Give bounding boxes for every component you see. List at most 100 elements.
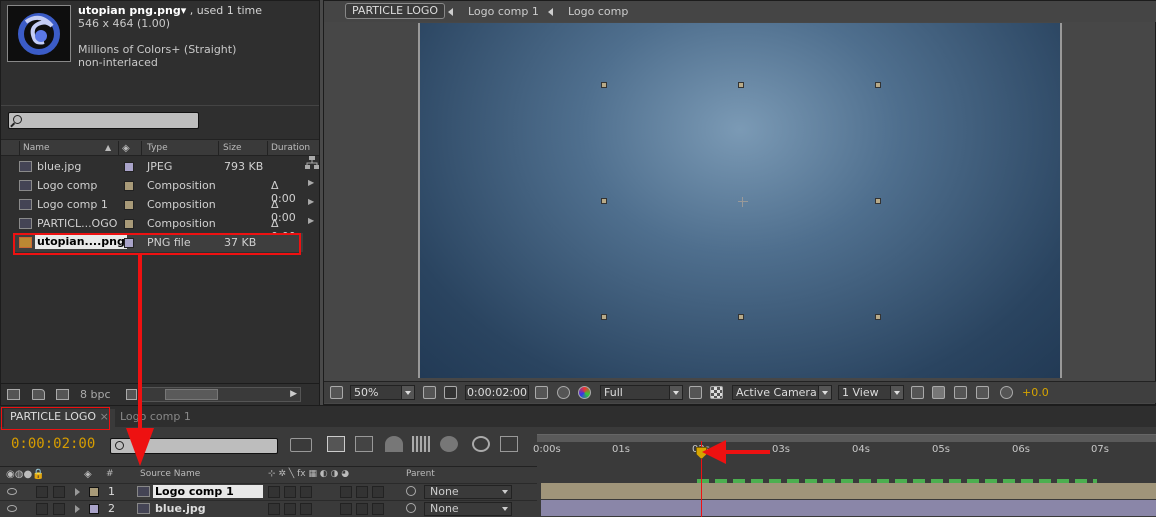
composition-mini-flowchart-icon[interactable]: [290, 438, 312, 452]
timeline-toggle-icon[interactable]: [954, 386, 967, 399]
transparency-grid-icon[interactable]: [444, 386, 457, 399]
parent-select[interactable]: None: [424, 485, 512, 499]
timeline-search-input[interactable]: [110, 438, 278, 454]
chevron-right-icon[interactable]: [75, 505, 80, 513]
visibility-column-icon[interactable]: ◉◍●🔒: [6, 469, 45, 480]
exposure-value[interactable]: +0.0: [1022, 386, 1049, 399]
timeline-layer-row[interactable]: 1 Logo comp 1 None: [0, 483, 537, 500]
draft-3d-icon[interactable]: [355, 436, 373, 452]
transform-handle[interactable]: [875, 198, 881, 204]
project-item-particle-logo[interactable]: PARTICL...OGO Composition Δ 0:00: [13, 214, 303, 243]
label-color-swatch[interactable]: [89, 504, 99, 514]
scroll-down-icon[interactable]: ▶: [308, 178, 314, 187]
project-item-blue[interactable]: blue.jpg JPEG 793 KB: [13, 157, 303, 176]
label-color-swatch[interactable]: [124, 162, 134, 172]
view-layout-select[interactable]: 1 View: [838, 385, 904, 400]
scroll-down-icon[interactable]: ▶: [308, 216, 314, 225]
motion-blur-switch[interactable]: [372, 486, 384, 498]
collapse-switch[interactable]: [284, 503, 296, 515]
pixel-aspect-icon[interactable]: [911, 386, 924, 399]
footage-filename[interactable]: utopian png.png: [78, 4, 181, 17]
anchor-point-icon[interactable]: [738, 197, 748, 207]
switches-column-icon[interactable]: ⊹ ✲ ╲ fx ▦ ◐ ◑ ◕: [268, 469, 349, 479]
label-color-swatch[interactable]: [124, 181, 134, 191]
live-update-icon[interactable]: [327, 436, 345, 452]
footage-dropdown-icon[interactable]: ▾: [181, 4, 187, 17]
tab-logo-comp-1[interactable]: Logo comp 1: [114, 409, 197, 427]
fast-previews-icon[interactable]: [932, 386, 945, 399]
column-duration[interactable]: Duration: [271, 143, 310, 153]
show-snapshot-icon[interactable]: [557, 386, 570, 399]
transform-handle[interactable]: [738, 82, 744, 88]
effect-switch[interactable]: [340, 503, 352, 515]
quality-switch[interactable]: [300, 486, 312, 498]
checkerboard-icon[interactable]: [710, 386, 723, 399]
scroll-right-icon[interactable]: ▶: [290, 389, 297, 399]
new-composition-icon[interactable]: [56, 389, 69, 400]
breadcrumb-logo-comp[interactable]: Logo comp: [568, 5, 628, 18]
transform-handle[interactable]: [738, 314, 744, 320]
shy-layers-icon[interactable]: [385, 436, 403, 452]
frame-blend-switch[interactable]: [356, 503, 368, 515]
composition-canvas[interactable]: [418, 23, 1062, 378]
color-channels-icon[interactable]: [578, 386, 591, 399]
current-time-display[interactable]: 0:00:02:00: [11, 436, 95, 452]
label-tag-icon[interactable]: ◈: [122, 143, 130, 154]
transform-handle[interactable]: [875, 82, 881, 88]
brainstorm-icon[interactable]: [472, 436, 490, 452]
scroll-down-icon[interactable]: ▶: [308, 197, 314, 206]
project-item-logo-comp[interactable]: Logo comp Composition Δ 0:00: [13, 176, 303, 205]
layer-name[interactable]: blue.jpg: [153, 502, 208, 515]
transform-handle[interactable]: [875, 314, 881, 320]
label-color-swatch[interactable]: [89, 487, 99, 497]
label-color-swatch[interactable]: [124, 219, 134, 229]
shy-switch[interactable]: [268, 503, 280, 515]
layer-name[interactable]: Logo comp 1: [153, 485, 263, 498]
chevron-right-icon[interactable]: [75, 488, 80, 496]
parent-select[interactable]: None: [424, 502, 512, 516]
flowchart-icon[interactable]: [976, 386, 989, 399]
motion-blur-switch[interactable]: [372, 503, 384, 515]
solo-toggle[interactable]: [36, 486, 48, 498]
transform-handle[interactable]: [601, 82, 607, 88]
project-search-input[interactable]: [8, 112, 199, 129]
timeline-layer-row[interactable]: 2 blue.jpg None: [0, 500, 537, 517]
horizontal-scrollbar[interactable]: ▶: [141, 387, 301, 402]
motion-blur-icon[interactable]: [440, 436, 458, 452]
resolution-select[interactable]: Full: [600, 385, 683, 400]
breadcrumb-logo-comp-1[interactable]: Logo comp 1: [468, 5, 539, 18]
sort-up-icon[interactable]: ▲: [105, 143, 111, 152]
exposure-reset-icon[interactable]: [1000, 386, 1013, 399]
current-time-field[interactable]: 0:00:02:00: [465, 385, 529, 400]
solo-toggle[interactable]: [36, 503, 48, 515]
quality-switch[interactable]: [300, 503, 312, 515]
eye-icon[interactable]: [7, 488, 17, 495]
transform-handle[interactable]: [601, 314, 607, 320]
work-area-bar[interactable]: [537, 434, 1156, 442]
flowchart-icon[interactable]: ▶ ▶ ▶: [305, 156, 319, 396]
camera-snapshot-icon[interactable]: [535, 386, 548, 399]
column-type[interactable]: Type: [147, 143, 168, 153]
breadcrumb-particle-logo[interactable]: PARTICLE LOGO: [345, 3, 446, 19]
target-region-icon[interactable]: [689, 386, 702, 399]
frame-blending-icon[interactable]: [412, 436, 430, 452]
column-source-name[interactable]: Source Name: [140, 469, 200, 479]
column-size[interactable]: Size: [223, 143, 241, 153]
always-preview-icon[interactable]: [330, 386, 343, 399]
pick-whip-icon[interactable]: [406, 503, 416, 513]
label-tag-icon[interactable]: ◈: [84, 469, 92, 480]
project-item-logo-comp-1[interactable]: Logo comp 1 Composition Δ 0:00: [13, 195, 303, 224]
folder-icon[interactable]: [32, 389, 45, 400]
effect-switch[interactable]: [340, 486, 352, 498]
camera-select[interactable]: Active Camera: [732, 385, 832, 400]
column-number[interactable]: #: [106, 469, 114, 479]
transform-handle[interactable]: [601, 198, 607, 204]
interpret-footage-icon[interactable]: [7, 389, 20, 400]
collapse-switch[interactable]: [284, 486, 296, 498]
label-color-swatch[interactable]: [124, 200, 134, 210]
pick-whip-icon[interactable]: [406, 486, 416, 496]
column-name[interactable]: Name: [23, 143, 50, 153]
bit-depth-button[interactable]: 8 bpc: [80, 388, 111, 401]
scrollbar-thumb[interactable]: [165, 389, 218, 400]
lock-toggle[interactable]: [53, 486, 65, 498]
